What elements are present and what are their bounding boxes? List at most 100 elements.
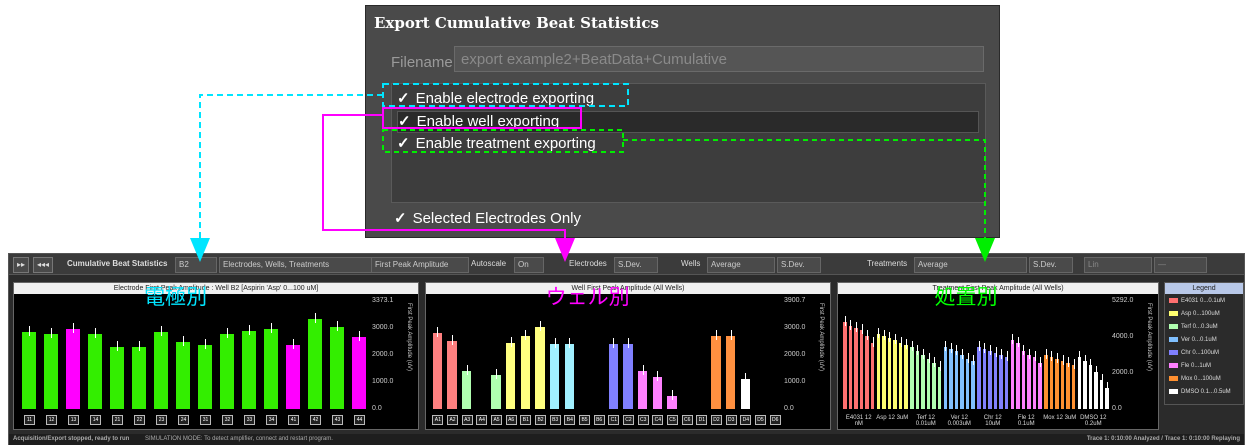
data-bar <box>462 370 472 409</box>
data-bar <box>564 344 574 409</box>
legend-swatch-icon <box>1169 337 1178 342</box>
x-tick-label: D1 <box>696 415 708 425</box>
error-bar <box>1001 348 1003 359</box>
x-tick-label: B1 <box>520 415 532 425</box>
error-bar <box>1056 353 1058 364</box>
error-bar <box>945 340 947 351</box>
error-bar <box>883 330 885 341</box>
data-bar <box>432 332 442 409</box>
error-bar <box>466 364 468 375</box>
data-bar <box>932 363 936 409</box>
data-bar <box>242 330 256 409</box>
well-select[interactable]: B2 <box>175 257 217 273</box>
y-tick-label: 3000.0 <box>784 324 806 331</box>
forward-button[interactable]: ▸▸ <box>13 257 30 273</box>
selected-electrodes-only-checkbox[interactable]: ✓ Selected Electrodes Only <box>394 209 581 227</box>
legend-item: Asp 0...100uM <box>1169 311 1220 317</box>
legend-label: DMSO 0.1...0.5uM <box>1181 389 1231 396</box>
autoscale-select[interactable]: On <box>514 257 544 273</box>
legend-label: Mox 0...100uM <box>1181 376 1221 383</box>
data-bar <box>506 342 516 409</box>
cumulative-beat-stats-window: ▸▸ ◂◂◂ Cumulative Beat Statistics B2 Ele… <box>8 253 1245 445</box>
status-left: Acquisition/Export stopped, ready to run <box>13 436 130 442</box>
extra-select[interactable]: — <box>1154 257 1207 273</box>
treatments-select[interactable]: Average <box>914 257 1027 273</box>
error-bar <box>1017 336 1019 347</box>
treatment-export-checkbox[interactable]: ✓ Enable treatment exporting <box>397 134 977 154</box>
error-bar <box>962 348 964 359</box>
metric-select[interactable]: First Peak Amplitude <box>371 257 469 273</box>
wells-label: Wells <box>681 259 701 268</box>
error-bar <box>855 321 857 332</box>
error-bar <box>205 339 206 350</box>
scale-select[interactable]: Lin <box>1084 257 1152 273</box>
status-bar: Acquisition/Export stopped, ready to run… <box>9 434 1244 445</box>
well-chart-panel: Well First Peak Amplitude (All Wells) ウェ… <box>425 282 831 430</box>
data-bar <box>843 321 847 409</box>
data-bar <box>870 342 875 409</box>
legend-label: E4031 0...0.1uM <box>1181 298 1226 305</box>
data-bar <box>887 338 892 409</box>
legend-item: Fle 0...1uM <box>1169 363 1211 369</box>
view-select[interactable]: Electrodes, Wells, Treatments <box>219 257 372 273</box>
data-bar <box>726 335 736 409</box>
x-tick-label: D5 <box>755 415 766 425</box>
plot-area <box>842 299 1110 409</box>
data-bar <box>608 344 618 409</box>
y-axis-title: First Peak Amplitude (uV) <box>818 303 824 372</box>
error-bar <box>452 335 453 346</box>
error-bar <box>672 390 673 401</box>
electrode-export-checkbox[interactable]: ✓ Enable electrode exporting <box>397 89 977 109</box>
check-icon: ✓ <box>398 113 411 130</box>
error-bar <box>554 338 556 349</box>
data-bar <box>859 330 864 409</box>
error-bar <box>117 341 118 352</box>
error-bar <box>1006 351 1008 362</box>
error-bar <box>861 324 863 335</box>
error-bar <box>911 340 913 351</box>
x-tick-label: A4 <box>476 415 488 425</box>
error-bar <box>1073 359 1075 370</box>
legend-item: Mox 0...100uM <box>1169 376 1221 382</box>
x-tick-label: 11 <box>24 415 35 425</box>
wells-error-select[interactable]: S.Dev. <box>777 257 821 273</box>
error-bar <box>437 326 439 337</box>
x-tick-label: 31 <box>200 415 211 425</box>
y-tick-label: 3900.7 <box>784 297 806 304</box>
well-export-checkbox[interactable]: ✓ Enable well exporting <box>397 111 979 133</box>
x-tick-label: B4 <box>564 415 576 425</box>
y-tick-label: 1000.0 <box>372 378 394 385</box>
y-tick-label: 0.0 <box>784 405 794 412</box>
data-bar <box>1071 365 1076 409</box>
error-bar <box>139 341 140 352</box>
data-bar <box>1044 354 1048 409</box>
data-bar <box>982 348 987 409</box>
well-export-label: Enable well exporting <box>416 113 560 130</box>
error-bar <box>730 329 732 340</box>
filename-label: Filename <box>391 54 453 71</box>
data-bar <box>898 342 903 409</box>
treatments-error-select[interactable]: S.Dev. <box>1029 257 1073 273</box>
legend-item: E4031 0...0.1uM <box>1169 298 1225 304</box>
treatment-export-label: Enable treatment exporting <box>415 135 596 152</box>
error-bar <box>900 336 902 347</box>
data-bar <box>954 350 959 409</box>
error-bar <box>922 348 924 359</box>
filename-input[interactable]: export example2+BeatData+Cumulative <box>454 46 984 72</box>
error-bar <box>906 338 908 349</box>
x-tick-label: Fle 12 0.1uM <box>1017 415 1035 427</box>
data-bar <box>915 350 920 409</box>
data-bar <box>66 329 80 409</box>
back-button[interactable]: ◂◂◂ <box>33 257 54 273</box>
error-bar <box>628 338 629 349</box>
x-tick-label: E4031 12 nM <box>845 415 872 427</box>
wells-select[interactable]: Average <box>707 257 775 273</box>
electrode-chart-title: Electrode First Peak Amplitude : Well B2… <box>14 283 418 294</box>
error-bar <box>29 326 30 337</box>
treatments-label: Treatments <box>867 259 908 268</box>
electrodes-error-select[interactable]: S.Dev. <box>614 257 658 273</box>
x-tick-label: 34 <box>266 415 277 425</box>
error-bar <box>1068 357 1070 368</box>
legend-item: Chr 0...100uM <box>1169 350 1219 356</box>
error-bar <box>716 329 717 340</box>
